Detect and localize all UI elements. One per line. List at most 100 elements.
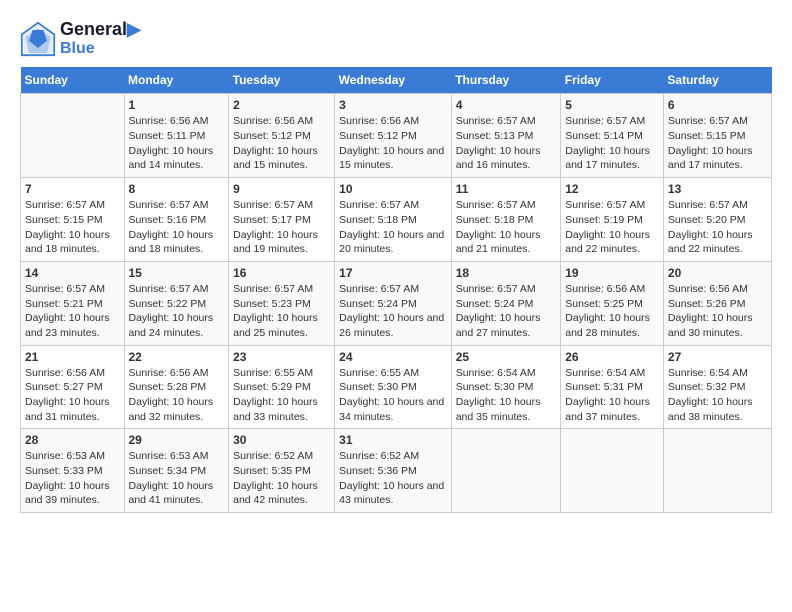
cell-info: Sunrise: 6:57 AM Sunset: 5:15 PM Dayligh… <box>25 198 120 257</box>
logo-icon <box>20 21 56 57</box>
cell-info: Sunrise: 6:56 AM Sunset: 5:28 PM Dayligh… <box>129 366 225 425</box>
sunset-text: Sunset: 5:28 PM <box>129 380 225 395</box>
day-number: 19 <box>565 266 659 280</box>
calendar-cell: 18 Sunrise: 6:57 AM Sunset: 5:24 PM Dayl… <box>451 261 561 345</box>
day-number: 6 <box>668 98 767 112</box>
daylight-text: Daylight: 10 hours and 43 minutes. <box>339 479 447 508</box>
calendar-cell: 20 Sunrise: 6:56 AM Sunset: 5:26 PM Dayl… <box>663 261 771 345</box>
sunset-text: Sunset: 5:15 PM <box>668 129 767 144</box>
sunrise-text: Sunrise: 6:57 AM <box>25 282 120 297</box>
day-number: 5 <box>565 98 659 112</box>
calendar-cell: 12 Sunrise: 6:57 AM Sunset: 5:19 PM Dayl… <box>561 178 664 262</box>
sunset-text: Sunset: 5:25 PM <box>565 297 659 312</box>
cell-info: Sunrise: 6:54 AM Sunset: 5:30 PM Dayligh… <box>456 366 557 425</box>
day-number: 15 <box>129 266 225 280</box>
daylight-text: Daylight: 10 hours and 34 minutes. <box>339 395 447 424</box>
day-number: 1 <box>129 98 225 112</box>
daylight-text: Daylight: 10 hours and 24 minutes. <box>129 311 225 340</box>
calendar-cell: 9 Sunrise: 6:57 AM Sunset: 5:17 PM Dayli… <box>229 178 335 262</box>
sunrise-text: Sunrise: 6:57 AM <box>456 114 557 129</box>
sunset-text: Sunset: 5:14 PM <box>565 129 659 144</box>
sunrise-text: Sunrise: 6:56 AM <box>129 114 225 129</box>
week-row-3: 14 Sunrise: 6:57 AM Sunset: 5:21 PM Dayl… <box>21 261 772 345</box>
sunset-text: Sunset: 5:32 PM <box>668 380 767 395</box>
sunset-text: Sunset: 5:13 PM <box>456 129 557 144</box>
calendar-cell: 21 Sunrise: 6:56 AM Sunset: 5:27 PM Dayl… <box>21 345 125 429</box>
sunset-text: Sunset: 5:19 PM <box>565 213 659 228</box>
sunrise-text: Sunrise: 6:56 AM <box>25 366 120 381</box>
day-number: 23 <box>233 350 330 364</box>
sunset-text: Sunset: 5:33 PM <box>25 464 120 479</box>
sunset-text: Sunset: 5:20 PM <box>668 213 767 228</box>
cell-info: Sunrise: 6:55 AM Sunset: 5:30 PM Dayligh… <box>339 366 447 425</box>
sunrise-text: Sunrise: 6:55 AM <box>233 366 330 381</box>
sunset-text: Sunset: 5:24 PM <box>339 297 447 312</box>
day-number: 17 <box>339 266 447 280</box>
sunrise-text: Sunrise: 6:57 AM <box>339 198 447 213</box>
calendar-cell: 6 Sunrise: 6:57 AM Sunset: 5:15 PM Dayli… <box>663 94 771 178</box>
day-number: 28 <box>25 433 120 447</box>
calendar-cell: 11 Sunrise: 6:57 AM Sunset: 5:18 PM Dayl… <box>451 178 561 262</box>
day-number: 16 <box>233 266 330 280</box>
sunrise-text: Sunrise: 6:57 AM <box>339 282 447 297</box>
day-number: 7 <box>25 182 120 196</box>
sunrise-text: Sunrise: 6:57 AM <box>233 282 330 297</box>
calendar-cell: 19 Sunrise: 6:56 AM Sunset: 5:25 PM Dayl… <box>561 261 664 345</box>
calendar-cell: 15 Sunrise: 6:57 AM Sunset: 5:22 PM Dayl… <box>124 261 229 345</box>
calendar-cell: 30 Sunrise: 6:52 AM Sunset: 5:35 PM Dayl… <box>229 429 335 513</box>
calendar-cell: 13 Sunrise: 6:57 AM Sunset: 5:20 PM Dayl… <box>663 178 771 262</box>
day-number: 22 <box>129 350 225 364</box>
sunrise-text: Sunrise: 6:56 AM <box>668 282 767 297</box>
sunset-text: Sunset: 5:16 PM <box>129 213 225 228</box>
sunset-text: Sunset: 5:26 PM <box>668 297 767 312</box>
cell-info: Sunrise: 6:54 AM Sunset: 5:31 PM Dayligh… <box>565 366 659 425</box>
day-number: 31 <box>339 433 447 447</box>
daylight-text: Daylight: 10 hours and 17 minutes. <box>565 144 659 173</box>
day-number: 8 <box>129 182 225 196</box>
day-number: 27 <box>668 350 767 364</box>
cell-info: Sunrise: 6:57 AM Sunset: 5:24 PM Dayligh… <box>456 282 557 341</box>
calendar-cell: 17 Sunrise: 6:57 AM Sunset: 5:24 PM Dayl… <box>335 261 452 345</box>
calendar-cell: 1 Sunrise: 6:56 AM Sunset: 5:11 PM Dayli… <box>124 94 229 178</box>
cell-info: Sunrise: 6:57 AM Sunset: 5:15 PM Dayligh… <box>668 114 767 173</box>
cell-info: Sunrise: 6:57 AM Sunset: 5:17 PM Dayligh… <box>233 198 330 257</box>
daylight-text: Daylight: 10 hours and 30 minutes. <box>668 311 767 340</box>
day-number: 10 <box>339 182 447 196</box>
sunrise-text: Sunrise: 6:56 AM <box>233 114 330 129</box>
day-number: 30 <box>233 433 330 447</box>
sunrise-text: Sunrise: 6:57 AM <box>456 198 557 213</box>
calendar-table: SundayMondayTuesdayWednesdayThursdayFrid… <box>20 67 772 513</box>
day-header-wednesday: Wednesday <box>335 67 452 94</box>
daylight-text: Daylight: 10 hours and 39 minutes. <box>25 479 120 508</box>
day-header-tuesday: Tuesday <box>229 67 335 94</box>
sunrise-text: Sunrise: 6:56 AM <box>565 282 659 297</box>
logo-text: General▶ Blue <box>60 20 141 57</box>
sunrise-text: Sunrise: 6:57 AM <box>668 114 767 129</box>
calendar-cell <box>561 429 664 513</box>
sunrise-text: Sunrise: 6:54 AM <box>456 366 557 381</box>
calendar-cell: 26 Sunrise: 6:54 AM Sunset: 5:31 PM Dayl… <box>561 345 664 429</box>
sunset-text: Sunset: 5:15 PM <box>25 213 120 228</box>
daylight-text: Daylight: 10 hours and 27 minutes. <box>456 311 557 340</box>
daylight-text: Daylight: 10 hours and 21 minutes. <box>456 228 557 257</box>
sunrise-text: Sunrise: 6:57 AM <box>129 282 225 297</box>
sunrise-text: Sunrise: 6:52 AM <box>339 449 447 464</box>
header: General▶ Blue <box>20 20 772 57</box>
day-number: 3 <box>339 98 447 112</box>
calendar-cell: 16 Sunrise: 6:57 AM Sunset: 5:23 PM Dayl… <box>229 261 335 345</box>
calendar-cell: 23 Sunrise: 6:55 AM Sunset: 5:29 PM Dayl… <box>229 345 335 429</box>
sunrise-text: Sunrise: 6:57 AM <box>129 198 225 213</box>
daylight-text: Daylight: 10 hours and 31 minutes. <box>25 395 120 424</box>
cell-info: Sunrise: 6:57 AM Sunset: 5:13 PM Dayligh… <box>456 114 557 173</box>
cell-info: Sunrise: 6:52 AM Sunset: 5:35 PM Dayligh… <box>233 449 330 508</box>
cell-info: Sunrise: 6:55 AM Sunset: 5:29 PM Dayligh… <box>233 366 330 425</box>
daylight-text: Daylight: 10 hours and 15 minutes. <box>339 144 447 173</box>
cell-info: Sunrise: 6:57 AM Sunset: 5:16 PM Dayligh… <box>129 198 225 257</box>
calendar-cell: 27 Sunrise: 6:54 AM Sunset: 5:32 PM Dayl… <box>663 345 771 429</box>
sunset-text: Sunset: 5:12 PM <box>233 129 330 144</box>
calendar-cell: 28 Sunrise: 6:53 AM Sunset: 5:33 PM Dayl… <box>21 429 125 513</box>
daylight-text: Daylight: 10 hours and 18 minutes. <box>129 228 225 257</box>
sunrise-text: Sunrise: 6:57 AM <box>456 282 557 297</box>
sunrise-text: Sunrise: 6:54 AM <box>565 366 659 381</box>
calendar-cell: 5 Sunrise: 6:57 AM Sunset: 5:14 PM Dayli… <box>561 94 664 178</box>
